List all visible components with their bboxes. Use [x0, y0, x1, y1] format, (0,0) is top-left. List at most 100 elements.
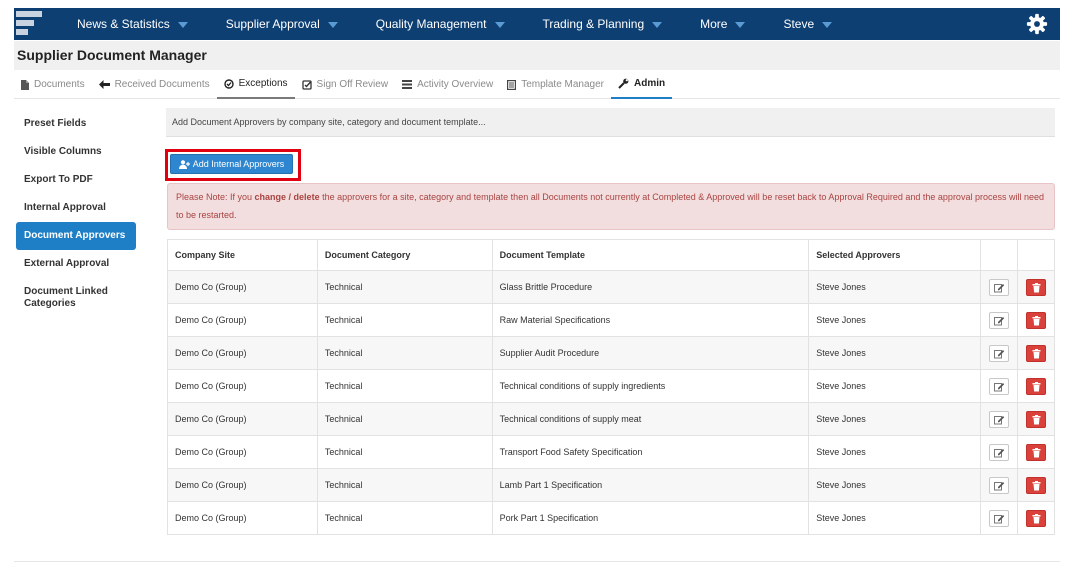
trash-icon	[1032, 348, 1041, 358]
cell-document-category: Technical	[316, 303, 493, 337]
edit-button[interactable]	[989, 509, 1009, 527]
tab-label: Admin	[634, 78, 666, 89]
delete-button[interactable]	[1025, 377, 1046, 395]
table-row: Demo Co (Group) Technical Technical cond…	[167, 402, 1056, 436]
edit-button[interactable]	[989, 410, 1009, 428]
cell-edit	[980, 435, 1018, 469]
cell-document-template: Supplier Audit Procedure	[491, 336, 810, 370]
tab-label: Sign Off Review	[316, 79, 389, 90]
cell-company-site: Demo Co (Group)	[167, 336, 318, 370]
sidebar-item-export-to-pdf[interactable]: Export To PDF	[16, 166, 136, 194]
cell-document-template: Glass Brittle Procedure	[491, 270, 810, 304]
edit-button[interactable]	[989, 377, 1009, 395]
delete-button[interactable]	[1025, 311, 1046, 329]
caret-down-icon	[652, 22, 663, 28]
edit-icon	[994, 349, 1005, 358]
delete-button[interactable]	[1025, 476, 1046, 494]
nav-news-statistics[interactable]: News & Statistics	[58, 8, 207, 40]
tab-activity-overview[interactable]: Activity Overview	[395, 70, 500, 99]
cell-document-category: Technical	[316, 336, 493, 370]
cell-company-site: Demo Co (Group)	[167, 270, 318, 304]
sidebar-item-preset-fields[interactable]: Preset Fields	[16, 110, 136, 138]
tab-admin[interactable]: Admin	[611, 70, 673, 99]
nav-user-menu[interactable]: Steve	[764, 8, 851, 40]
column-header-selected-approvers[interactable]: Selected Approvers	[808, 239, 982, 271]
tab-label: Exceptions	[238, 78, 288, 89]
app-logo[interactable]	[14, 8, 58, 40]
delete-button[interactable]	[1025, 509, 1046, 527]
cell-delete	[1016, 435, 1056, 469]
nav-more[interactable]: More	[681, 8, 764, 40]
trash-icon	[1032, 381, 1041, 391]
column-header-delete	[1016, 239, 1056, 271]
table-row: Demo Co (Group) Technical Pork Part 1 Sp…	[167, 501, 1056, 535]
edit-button[interactable]	[989, 443, 1009, 461]
tab-label: Template Manager	[521, 79, 605, 90]
caret-down-icon	[327, 22, 338, 28]
wrench-icon	[618, 78, 629, 89]
tab-label: Activity Overview	[417, 79, 494, 90]
edit-button[interactable]	[989, 278, 1009, 296]
delete-button[interactable]	[1025, 443, 1046, 461]
cell-selected-approvers: Steve Jones	[808, 270, 982, 304]
tab-label: Received Documents	[114, 79, 210, 90]
delete-button[interactable]	[1025, 278, 1046, 296]
nav-quality-management[interactable]: Quality Management	[357, 8, 524, 40]
cell-delete	[1016, 501, 1056, 535]
nav-supplier-approval[interactable]: Supplier Approval	[207, 8, 357, 40]
tab-template-manager[interactable]: Template Manager	[500, 70, 611, 99]
gear-icon[interactable]	[1026, 13, 1048, 35]
sidebar-item-external-approval[interactable]: External Approval	[16, 250, 136, 278]
nav-label: Quality Management	[375, 17, 487, 31]
arrow-left-icon	[98, 80, 110, 89]
tab-exceptions[interactable]: Exceptions	[216, 70, 295, 99]
footer-divider	[14, 561, 1060, 562]
delete-button[interactable]	[1025, 344, 1046, 362]
page-header: Supplier Document Manager	[14, 41, 1060, 70]
tab-sign-off-review[interactable]: Sign Off Review	[295, 70, 396, 99]
sidebar-item-internal-approval[interactable]: Internal Approval	[16, 194, 136, 222]
table-row: Demo Co (Group) Technical Technical cond…	[167, 369, 1056, 403]
edit-icon	[994, 481, 1005, 490]
cell-selected-approvers: Steve Jones	[808, 501, 982, 535]
add-internal-approvers-button[interactable]: Add Internal Approvers	[170, 154, 293, 174]
trash-icon	[1032, 513, 1041, 523]
tab-received-documents[interactable]: Received Documents	[92, 70, 217, 99]
cell-delete	[1016, 369, 1056, 403]
cell-selected-approvers: Steve Jones	[808, 402, 982, 436]
check-circle-icon	[223, 78, 234, 89]
add-button-label: Add Internal Approvers	[192, 159, 285, 169]
sidebar-item-document-approvers[interactable]: Document Approvers	[16, 222, 136, 250]
sidebar-item-document-linked-categories[interactable]: Document Linked Categories	[16, 278, 136, 318]
delete-button[interactable]	[1025, 410, 1046, 428]
cell-edit	[980, 501, 1018, 535]
tab-documents[interactable]: Documents	[14, 70, 92, 99]
cell-edit	[980, 303, 1018, 337]
alert-emphasis: change / delete	[254, 192, 320, 202]
trash-icon	[1032, 480, 1041, 490]
column-header-document-template[interactable]: Document Template	[491, 239, 810, 271]
page-title: Supplier Document Manager	[17, 47, 207, 63]
edit-button[interactable]	[989, 476, 1009, 494]
cell-document-template: Transport Food Safety Specification	[491, 435, 810, 469]
edit-button[interactable]	[989, 311, 1009, 329]
cell-edit	[980, 270, 1018, 304]
cell-document-category: Technical	[316, 270, 493, 304]
edit-icon	[994, 382, 1005, 391]
info-text: Add Document Approvers by company site, …	[166, 108, 1055, 137]
cell-document-category: Technical	[316, 369, 493, 403]
sidebar-item-visible-columns[interactable]: Visible Columns	[16, 138, 136, 166]
nav-label: News & Statistics	[77, 17, 170, 31]
cell-document-template: Pork Part 1 Specification	[491, 501, 810, 535]
cell-document-template: Lamb Part 1 Specification	[491, 468, 810, 502]
column-header-company-site[interactable]: Company Site	[167, 239, 318, 271]
nav-label: Steve	[783, 17, 815, 31]
cell-document-template: Technical conditions of supply meat	[491, 402, 810, 436]
column-header-document-category[interactable]: Document Category	[316, 239, 493, 271]
nav-label: Supplier Approval	[225, 17, 320, 31]
nav-trading-planning[interactable]: Trading & Planning	[524, 8, 682, 40]
edit-button[interactable]	[989, 344, 1009, 362]
cell-company-site: Demo Co (Group)	[167, 402, 318, 436]
admin-sidebar: Preset Fields Visible Columns Export To …	[16, 110, 136, 318]
table-row: Demo Co (Group) Technical Raw Material S…	[167, 303, 1056, 337]
